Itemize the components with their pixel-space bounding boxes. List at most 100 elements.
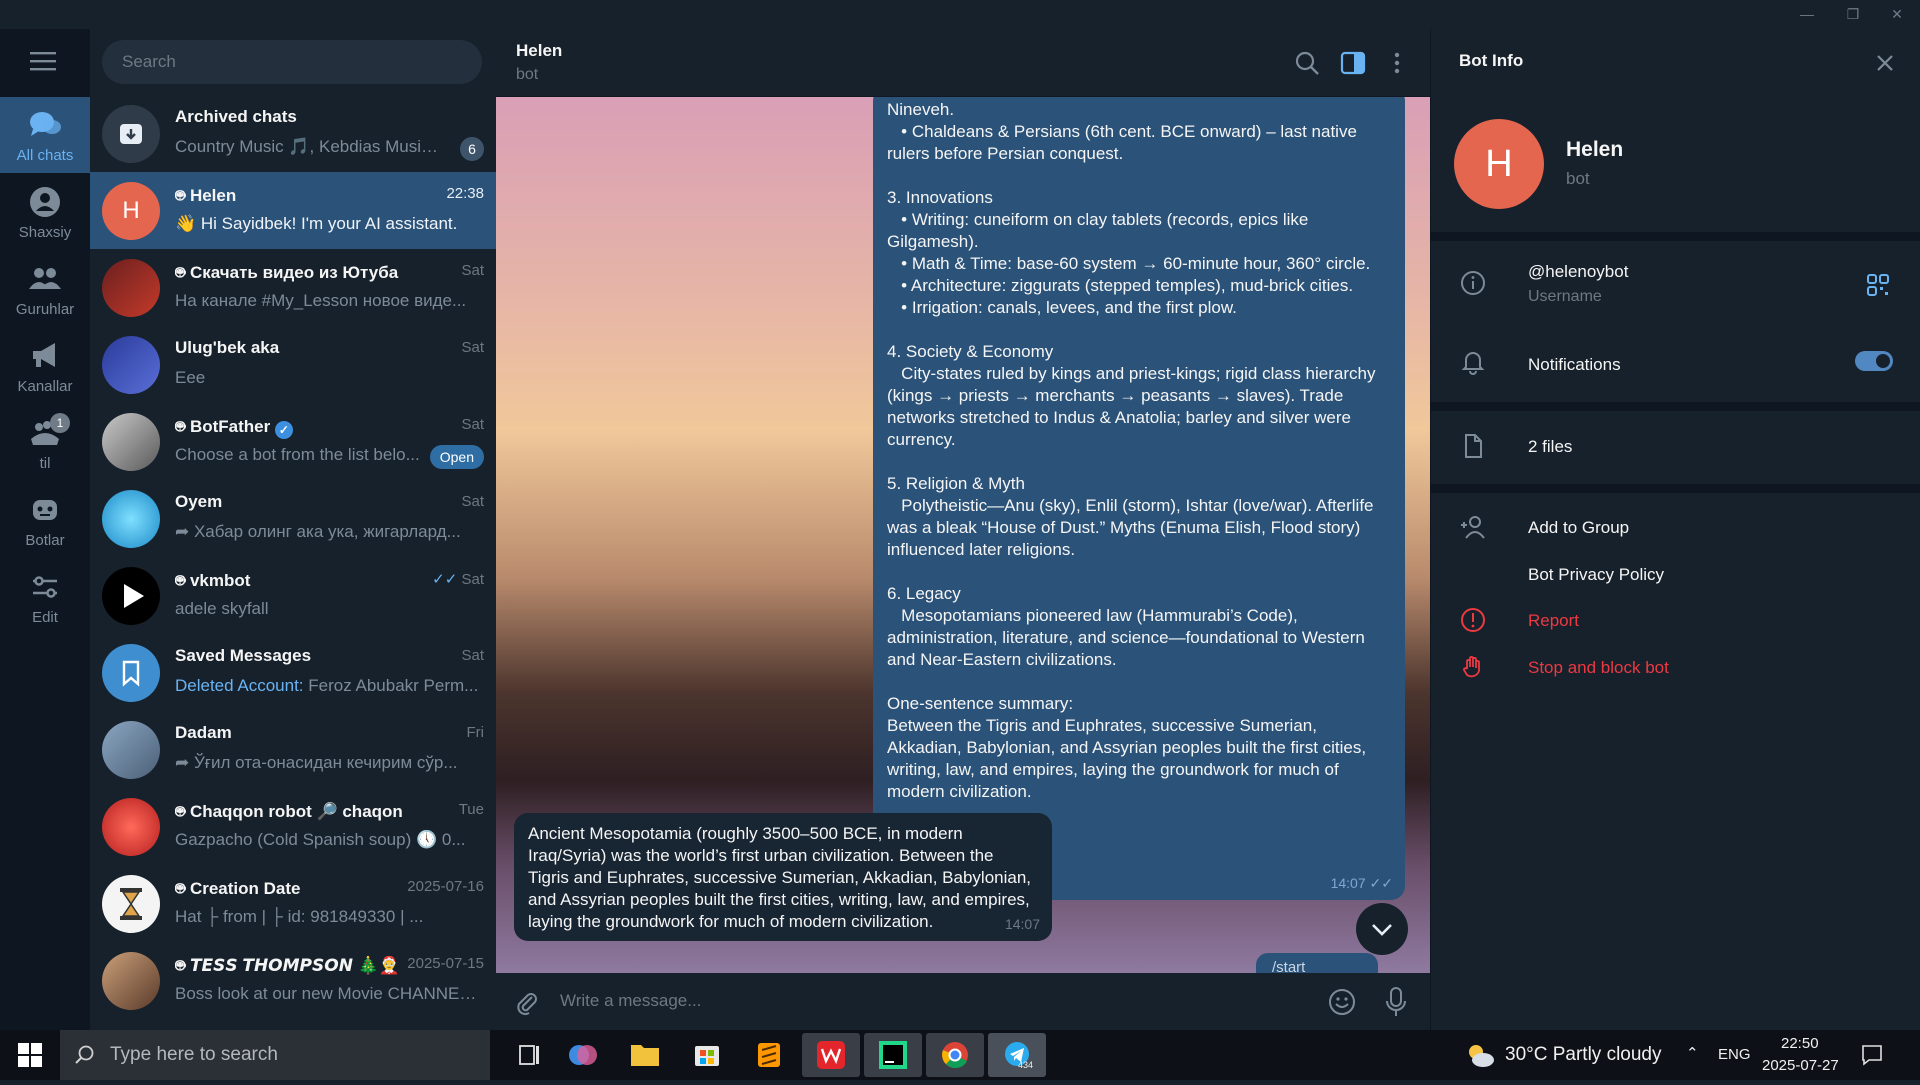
folder-guruhlar[interactable]: Guruhlar <box>0 251 90 327</box>
store-icon <box>695 1046 719 1066</box>
weather-partly-cloudy-icon <box>1469 1045 1494 1067</box>
maximize-button[interactable]: ❐ <box>1830 0 1876 29</box>
close-window-button[interactable]: ✕ <box>1874 0 1920 29</box>
notification-center-icon[interactable] <box>1860 1043 1884 1067</box>
chat-item-tess-thompson[interactable]: 🤖︎ 𝙏𝙀𝙎𝙎 𝙏𝙃𝙊𝙈𝙋𝙎𝙊𝙉 🎄🤶 2025-07-15 Boss look… <box>90 942 496 1019</box>
more-vertical-icon[interactable] <box>1383 49 1411 77</box>
message-line: • Architecture: ziggurats (stepped templ… <box>887 276 1354 295</box>
chat-name-text: 𝙏𝙀𝙎𝙎 𝙏𝙃𝙊𝙈𝙋𝙎𝙊𝙉 🎄🤶 <box>189 956 400 975</box>
show-hidden-icons-button[interactable]: ⌃ <box>1686 1044 1699 1062</box>
chat-item-saved-messages[interactable]: Saved Messages Sat Deleted Account: Fero… <box>90 634 496 711</box>
message-text: Ancient Mesopotamia (roughly 3500–500 BC… <box>528 824 1032 931</box>
chat-item-oyem[interactable]: Oyem Sat ➦ Хабар олинг ака ука, жигарлар… <box>90 480 496 557</box>
bot-icon: 🤖︎ <box>175 263 190 282</box>
notifications-label: Notifications <box>1528 355 1621 374</box>
pycharm-app[interactable] <box>864 1033 922 1077</box>
open-button[interactable]: Open <box>429 445 484 469</box>
forward-icon: ➦ <box>175 753 194 772</box>
clock-time[interactable]: 22:50 <box>1781 1035 1819 1052</box>
chat-item-botfather[interactable]: 🤖︎ BotFather ✓ Sat Choose a bot from the… <box>90 403 496 480</box>
file-explorer-app[interactable] <box>616 1033 674 1077</box>
message-area[interactable]: Nineveh. • Chaldeans & Persians (6th cen… <box>496 97 1430 973</box>
bot-info-panel: Bot Info H Helen bot @helenoybot Usernam… <box>1431 29 1920 1030</box>
taskbar-search-input[interactable]: Type here to search <box>60 1030 490 1080</box>
hamburger-menu-icon[interactable] <box>30 51 56 71</box>
qr-code-icon[interactable] <box>1866 273 1890 297</box>
chat-time: 2025-07-15 <box>407 955 484 972</box>
chat-item-chaqqon[interactable]: 🤖︎ Chaqqon robot 🔎 chaqon Tue Gazpacho (… <box>90 788 496 865</box>
search-input[interactable]: Search <box>102 40 482 84</box>
wps-office-app[interactable] <box>802 1033 860 1077</box>
chat-item-helen[interactable]: H 🤖︎ Helen 22:38 👋 Hi Sayidbek! I'm your… <box>90 172 496 249</box>
chat-item-archived[interactable]: Archived chats Country Music 🎵, Kebdias … <box>90 95 496 172</box>
folder-kanallar[interactable]: Kanallar <box>0 328 90 404</box>
outgoing-message[interactable]: Nineveh. • Chaldeans & Persians (6th cen… <box>873 97 1405 900</box>
chat-item-youtube-bot[interactable]: 🤖︎ Скачать видео из Ютуба Sat На канале … <box>90 249 496 326</box>
microsoft-store-app[interactable] <box>678 1033 736 1077</box>
avatar[interactable]: H <box>1454 119 1544 209</box>
chat-item-dadam[interactable]: Dadam Fri ➦ Ўғил ота-онасидан кечирим сў… <box>90 711 496 788</box>
chat-time: Fri <box>466 724 485 741</box>
telegram-app[interactable]: 434 <box>988 1033 1046 1077</box>
sidebar-toggle-icon[interactable] <box>1339 49 1367 77</box>
chat-name-text: Chaqqon robot 🔎 chaqon <box>189 802 403 821</box>
task-view-button[interactable] <box>500 1033 558 1077</box>
clock-date[interactable]: 2025-07-27 <box>1762 1057 1839 1074</box>
chat-item-ulugbek[interactable]: Ulug'bek aka Sat Eee <box>90 326 496 403</box>
copilot-app[interactable] <box>554 1033 612 1077</box>
message-input[interactable]: Write a message... <box>560 991 701 1011</box>
microphone-icon[interactable] <box>1383 986 1409 1018</box>
report-button[interactable]: Report <box>1528 611 1579 631</box>
chat-time: Sat <box>461 339 484 356</box>
stop-and-block-button[interactable]: Stop and block bot <box>1528 658 1669 678</box>
scroll-down-button[interactable] <box>1356 903 1408 955</box>
message-line: 6. Legacy <box>887 584 961 603</box>
folder-all-chats[interactable]: All chats <box>0 97 90 173</box>
chat-time: Sat <box>461 493 484 510</box>
chat-name: Archived chats <box>175 107 297 126</box>
chat-item-creation-date[interactable]: 🤖︎ Creation Date 2025-07-16 Hat ├ from |… <box>90 865 496 942</box>
notifications-toggle[interactable] <box>1855 351 1893 371</box>
search-icon[interactable] <box>1293 49 1321 77</box>
panel-title: Bot Info <box>1459 51 1524 70</box>
message-time: 14:07 ✓✓ <box>1331 872 1393 894</box>
incoming-message[interactable]: Ancient Mesopotamia (roughly 3500–500 BC… <box>514 813 1052 941</box>
username-link[interactable]: @helenoybot <box>1528 262 1628 282</box>
chat-preview-text: Ўғил ота-онасидан кечирим сўр... <box>193 753 458 772</box>
chat-preview: Choose a bot from the list belo... <box>175 445 420 464</box>
chat-time: ✓✓ Sat <box>432 570 484 588</box>
start-command-message[interactable]: /start <box>1256 953 1378 973</box>
chat-title[interactable]: Helen <box>516 41 562 61</box>
emoji-icon[interactable] <box>1327 987 1357 1017</box>
start-button[interactable] <box>0 1030 60 1080</box>
chat-item-vkmbot[interactable]: 🤖︎ vkmbot ✓✓ Sat adele skyfall <box>90 557 496 634</box>
shared-files-button[interactable]: 2 files <box>1528 437 1572 457</box>
bot-icon: 🤖︎ <box>175 879 190 898</box>
message-line: Polytheistic—Anu (sky), Enlil (storm), I… <box>887 496 1379 559</box>
weather-widget[interactable]: 30°C Partly cloudy <box>1505 1044 1662 1066</box>
attach-icon[interactable] <box>512 988 540 1016</box>
folder-icon <box>631 1045 659 1066</box>
chat-time: Sat <box>461 647 484 664</box>
add-to-group-button[interactable]: Add to Group <box>1528 518 1629 538</box>
chat-preview: Deleted Account: Feroz Abubakr Perm... <box>175 676 485 696</box>
folder-edit[interactable]: Edit <box>0 559 90 635</box>
chat-header[interactable]: Helen bot <box>496 29 1430 97</box>
chrome-app[interactable] <box>926 1033 984 1077</box>
bot-privacy-policy-button[interactable]: Bot Privacy Policy <box>1528 565 1664 585</box>
sublime-text-app[interactable] <box>740 1033 798 1077</box>
folder-unread-badge: 1 <box>50 413 70 433</box>
folder-botlar[interactable]: Botlar <box>0 482 90 558</box>
input-language[interactable]: ENG <box>1718 1046 1751 1063</box>
message-composer: Write a message... <box>496 973 1430 1030</box>
archive-icon <box>102 105 160 163</box>
message-line: • Irrigation: canals, levees, and the fi… <box>887 298 1237 317</box>
folder-til[interactable]: 1 til <box>0 405 90 481</box>
chat-preview: ➦ Ўғил ота-онасидан кечирим сўр... <box>175 753 485 773</box>
chat-preview: 👋 Hi Sayidbek! I'm your AI assistant. <box>175 214 458 233</box>
folder-shaxsiy[interactable]: Shaxsiy <box>0 174 90 250</box>
close-icon[interactable] <box>1871 49 1899 77</box>
chat-name: 🤖︎ Chaqqon robot 🔎 chaqon <box>175 800 415 824</box>
message-line: • Math & Time: base-60 system → 60-minut… <box>887 254 1371 273</box>
minimize-button[interactable]: — <box>1784 0 1830 29</box>
